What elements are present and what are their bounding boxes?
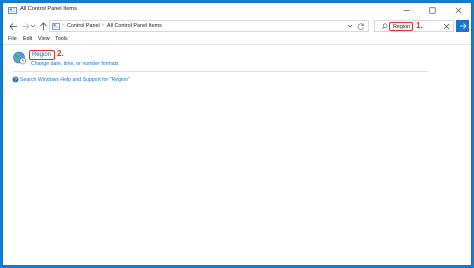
chevron-down-icon [30,24,36,28]
back-button[interactable] [7,20,19,32]
chevron-down-icon[interactable] [347,22,353,30]
arrow-right-icon [459,23,467,29]
globe-clock-icon[interactable] [12,50,27,65]
control-panel-icon [52,22,60,30]
menu-file[interactable]: File [8,36,17,42]
close-button[interactable] [445,3,471,18]
up-button[interactable] [37,20,49,32]
title-bar: All Control Panel Items [3,3,471,18]
breadcrumb-all-items[interactable]: All Control Panel Items [107,23,162,29]
step-2-label: 2. [57,49,64,58]
menu-bar: File Edit View Tools [3,34,471,45]
breadcrumb-control-panel[interactable]: Control Panel [67,23,100,29]
navigation-bar: › Control Panel › All Control Panel Item… [3,18,471,34]
minimize-icon [403,10,409,11]
maximize-button[interactable] [419,3,445,18]
up-arrow-icon [39,22,47,30]
minimize-button[interactable] [393,3,419,18]
breadcrumb-separator: › [102,22,104,28]
svg-text:?: ? [14,77,17,83]
results-pane: Region 2. Change date, time, or number f… [3,45,471,265]
region-link[interactable]: Region [32,52,51,58]
address-bar[interactable]: › Control Panel › All Control Panel Item… [49,20,369,32]
window-title: All Control Panel Items [20,6,77,12]
help-icon: ? [12,76,19,83]
menu-tools[interactable]: Tools [55,36,68,42]
menu-edit[interactable]: Edit [23,36,32,42]
clear-search-icon[interactable] [443,22,450,31]
control-panel-icon [8,7,17,14]
maximize-icon [429,7,436,14]
region-task-link[interactable]: Change date, time, or number formats [31,61,119,67]
divider [13,71,428,72]
breadcrumb-separator: › [62,22,64,28]
search-input[interactable]: Region [393,24,410,30]
recent-locations-button[interactable] [29,20,37,32]
search-annotation-box: Region [389,21,413,31]
control-panel-window: All Control Panel Items › Control Panel … [2,2,472,266]
search-icon [381,23,388,30]
refresh-icon[interactable] [357,22,365,31]
step-1-label: 1. [416,21,423,30]
search-go-button[interactable] [456,20,469,32]
help-search-link[interactable]: Search Windows Help and Support for "Reg… [20,77,130,83]
back-arrow-icon [9,22,17,30]
menu-view[interactable]: View [38,36,50,42]
screen: All Control Panel Items › Control Panel … [0,0,474,268]
close-icon [455,7,461,14]
search-box[interactable]: Region 1. [374,20,454,32]
